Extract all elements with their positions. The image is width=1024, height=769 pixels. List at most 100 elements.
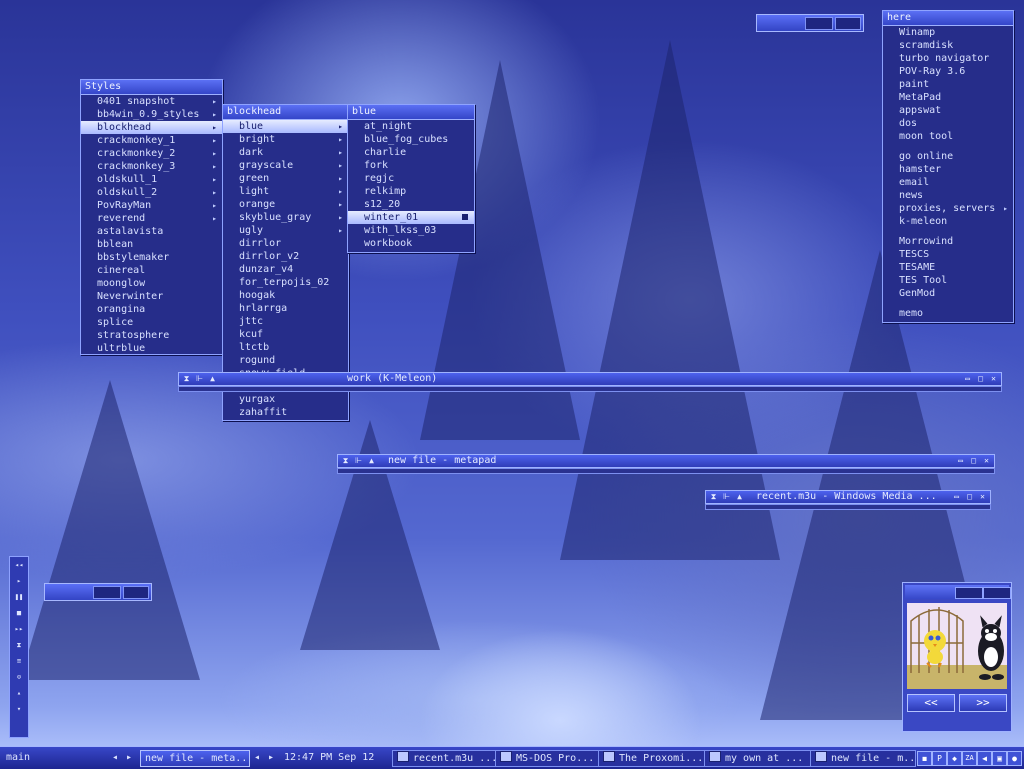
menu-item-skyblue-gray[interactable]: skyblue_gray [223, 211, 348, 224]
menu-item-crackmonkey-3[interactable]: crackmonkey_3 [81, 160, 222, 173]
pause-icon[interactable]: ❚❚ [10, 589, 28, 605]
menu-item-cinereal[interactable]: cinereal [81, 264, 222, 277]
menu-item-dos[interactable]: dos [883, 117, 1013, 130]
menu-item-bright[interactable]: bright [223, 133, 348, 146]
menu-item-yurgax[interactable]: yurgax [223, 393, 348, 406]
menu-item-fork[interactable]: fork [348, 159, 474, 172]
menu-item-regjc[interactable]: regjc [348, 172, 474, 185]
menu-item-go-online[interactable]: go online [883, 150, 1013, 163]
menu-item-blue-fog-cubes[interactable]: blue_fog_cubes [348, 133, 474, 146]
menu-item-jttc[interactable]: jttc [223, 315, 348, 328]
menu-item-oldskull-2[interactable]: oldskull_2 [81, 186, 222, 199]
iconify-icon[interactable]: ⧗ [708, 491, 719, 503]
menu-item-povrayman[interactable]: PovRayMan [81, 199, 222, 212]
shade-icon[interactable]: ▲ [366, 455, 377, 467]
toolbar-block[interactable] [123, 586, 149, 599]
menu-item-k-meleon[interactable]: k-meleon [883, 215, 1013, 228]
menu-item-winter-01[interactable]: winter_01 [348, 211, 474, 224]
menu-item-zahaffit[interactable]: zahaffit [223, 406, 348, 419]
menu-item-scramdisk[interactable]: scramdisk [883, 39, 1013, 52]
menu-item-bb4win-0-9-styles[interactable]: bb4win_0.9_styles [81, 108, 222, 121]
play-icon[interactable]: ▸ [10, 573, 28, 589]
task-prev-button[interactable]: ◂ [254, 750, 262, 765]
menu-item-dirrlor[interactable]: dirrlor [223, 237, 348, 250]
tray-icon[interactable]: P [932, 751, 947, 766]
menu-item-proxies-servers[interactable]: proxies, servers [883, 202, 1013, 215]
menu-item-light[interactable]: light [223, 185, 348, 198]
menu-item-email[interactable]: email [883, 176, 1013, 189]
window-handle[interactable] [178, 386, 1002, 392]
menu-item-charlie[interactable]: charlie [348, 146, 474, 159]
menu-item-tesame[interactable]: TESAME [883, 261, 1013, 274]
maximize-icon[interactable]: □ [975, 373, 986, 385]
window-handle[interactable] [337, 468, 995, 474]
shade-icon[interactable]: ▲ [734, 491, 745, 503]
menu-item-news[interactable]: news [883, 189, 1013, 202]
menu-item-oldskull-1[interactable]: oldskull_1 [81, 173, 222, 186]
menu-item-dirrlor-v2[interactable]: dirrlor_v2 [223, 250, 348, 263]
menu-item-relkimp[interactable]: relkimp [348, 185, 474, 198]
menu-item-for-terpojis-02[interactable]: for_terpojis_02 [223, 276, 348, 289]
taskbar-task[interactable]: recent.m3u ... [392, 750, 496, 767]
menu-item-neverwinter[interactable]: Neverwinter [81, 290, 222, 303]
task-next-button[interactable]: ▸ [268, 750, 276, 765]
menu-item-genmod[interactable]: GenMod [883, 287, 1013, 300]
picture-widget-bar[interactable] [905, 585, 1011, 599]
menu-item-grayscale[interactable]: grayscale [223, 159, 348, 172]
network-icon[interactable]: ▣ [992, 751, 1007, 766]
menu-item-hrlarrga[interactable]: hrlarrga [223, 302, 348, 315]
tray-icon[interactable]: ◼ [917, 751, 932, 766]
current-task[interactable]: new file - meta... [140, 750, 250, 767]
tray-icon[interactable]: ◆ [947, 751, 962, 766]
stick-icon[interactable]: ⊩ [721, 491, 732, 503]
stop-icon[interactable]: ■ [10, 605, 28, 621]
menu-item-moonglow[interactable]: moonglow [81, 277, 222, 290]
menu-item-winamp[interactable]: Winamp [883, 26, 1013, 39]
menu-item-appswat[interactable]: appswat [883, 104, 1013, 117]
menu-item-bblean[interactable]: bblean [81, 238, 222, 251]
volume-up-icon[interactable]: ▴ [10, 685, 28, 701]
taskbar-task[interactable]: new file - m... [810, 750, 916, 767]
maximize-icon[interactable]: □ [968, 455, 979, 467]
previous-picture-button[interactable]: << [907, 694, 955, 712]
prev-icon[interactable]: ◂◂ [10, 557, 28, 573]
menu-item-blue[interactable]: blue [223, 120, 348, 133]
eject-icon[interactable]: ⧗ [10, 637, 28, 653]
workspace-name[interactable]: main [6, 750, 106, 765]
workspace-next-button[interactable]: ▸ [126, 750, 134, 765]
menu-item-blockhead[interactable]: blockhead [81, 121, 222, 134]
menu-item-reverend[interactable]: reverend [81, 212, 222, 225]
playlist-icon[interactable]: ≡ [10, 653, 28, 669]
menu-item-0401-snapshot[interactable]: 0401 snapshot [81, 95, 222, 108]
menu-item-pov-ray-3-6[interactable]: POV-Ray 3.6 [883, 65, 1013, 78]
menu-item-turbo-navigator[interactable]: turbo navigator [883, 52, 1013, 65]
taskbar-task[interactable]: MS-DOS Pro... [495, 750, 599, 767]
toolbar-block[interactable] [93, 586, 121, 599]
close-icon[interactable]: ✕ [981, 455, 992, 467]
stick-icon[interactable]: ⊩ [353, 455, 364, 467]
menu-item-astalavista[interactable]: astalavista [81, 225, 222, 238]
wmp-window[interactable]: ⧗ ⊩ ▲ recent.m3u - Windows Media ... ▭ □… [705, 490, 991, 510]
toolbar-block[interactable] [955, 587, 983, 599]
workspace-prev-button[interactable]: ◂ [112, 750, 120, 765]
menu-item-hoogak[interactable]: hoogak [223, 289, 348, 302]
menu-item-with-lkss-03[interactable]: with_lkss_03 [348, 224, 474, 237]
toolbar-block[interactable] [835, 17, 861, 30]
toolbar-top[interactable] [756, 14, 864, 32]
options-icon[interactable]: ⊙ [10, 669, 28, 685]
menu-item-orangina[interactable]: orangina [81, 303, 222, 316]
minimize-icon[interactable]: ▭ [962, 373, 973, 385]
menu-item-at-night[interactable]: at_night [348, 120, 474, 133]
taskbar-task[interactable]: The Proxomi... [598, 750, 705, 767]
next-icon[interactable]: ▸▸ [10, 621, 28, 637]
menu-item-green[interactable]: green [223, 172, 348, 185]
volume-icon[interactable]: ◀ [977, 751, 992, 766]
next-picture-button[interactable]: >> [959, 694, 1007, 712]
close-icon[interactable]: ✕ [988, 373, 999, 385]
menu-item-paint[interactable]: paint [883, 78, 1013, 91]
menu-item-tes-tool[interactable]: TES Tool [883, 274, 1013, 287]
menu-item-ltctb[interactable]: ltctb [223, 341, 348, 354]
taskbar-task[interactable]: my own at ... [704, 750, 811, 767]
maximize-icon[interactable]: □ [964, 491, 975, 503]
metapad-window[interactable]: ⧗ ⊩ ▲ new file - metapad ▭ □ ✕ [337, 454, 995, 474]
